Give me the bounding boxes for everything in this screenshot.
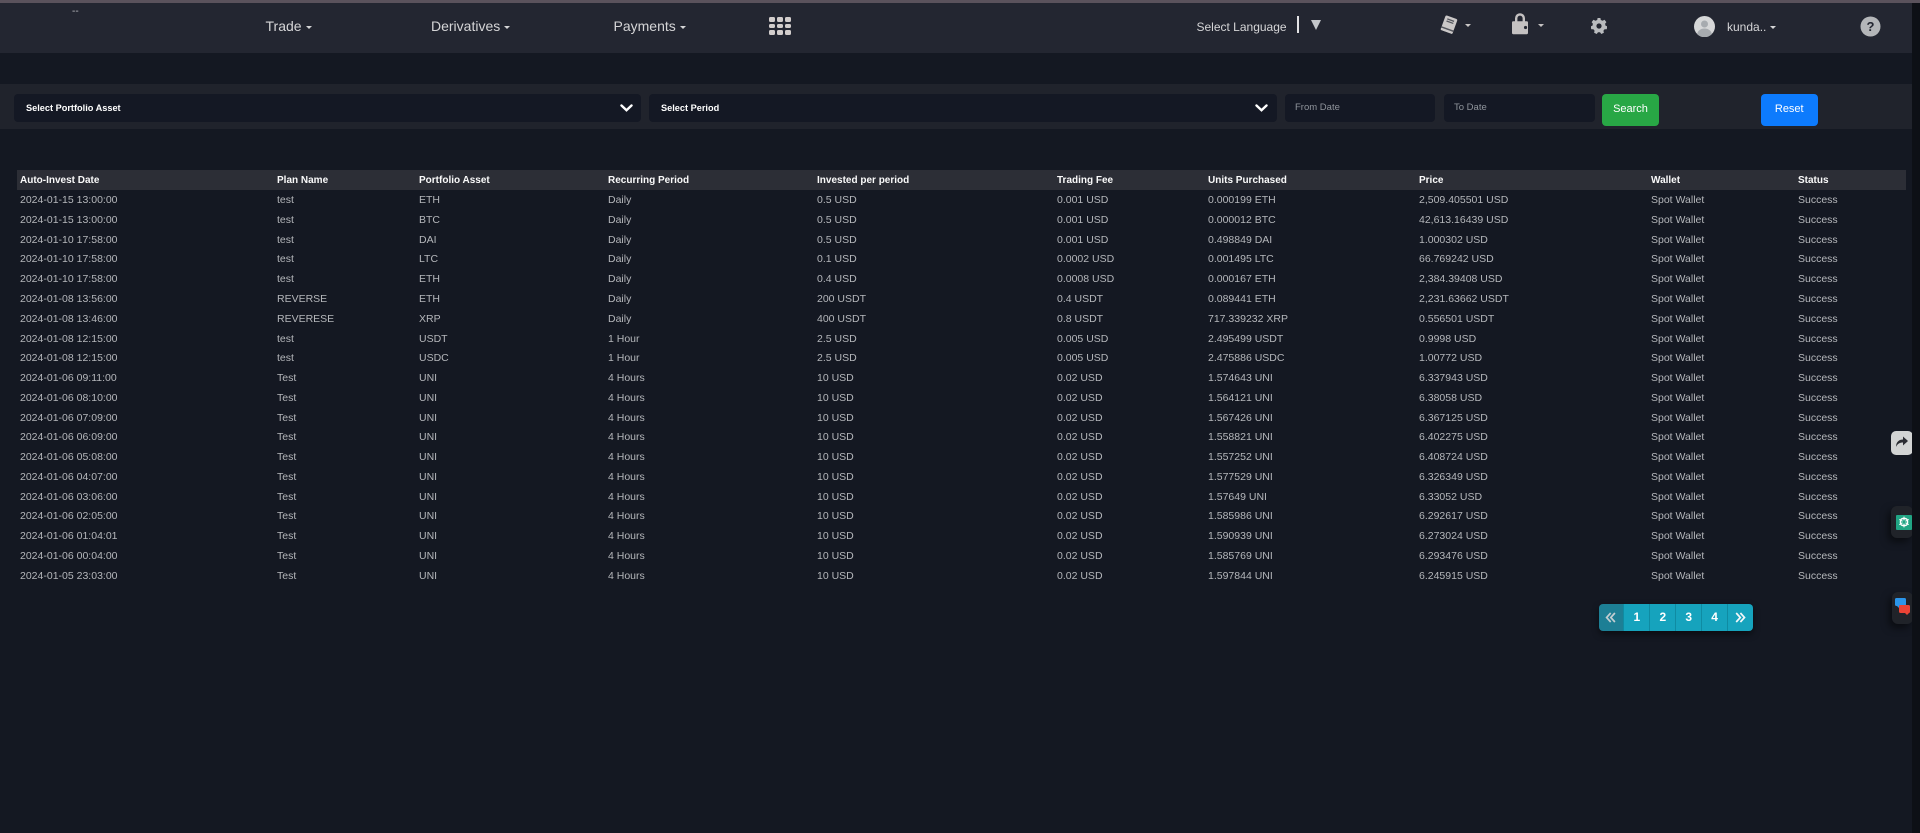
svg-text:?: ? xyxy=(1867,19,1875,34)
